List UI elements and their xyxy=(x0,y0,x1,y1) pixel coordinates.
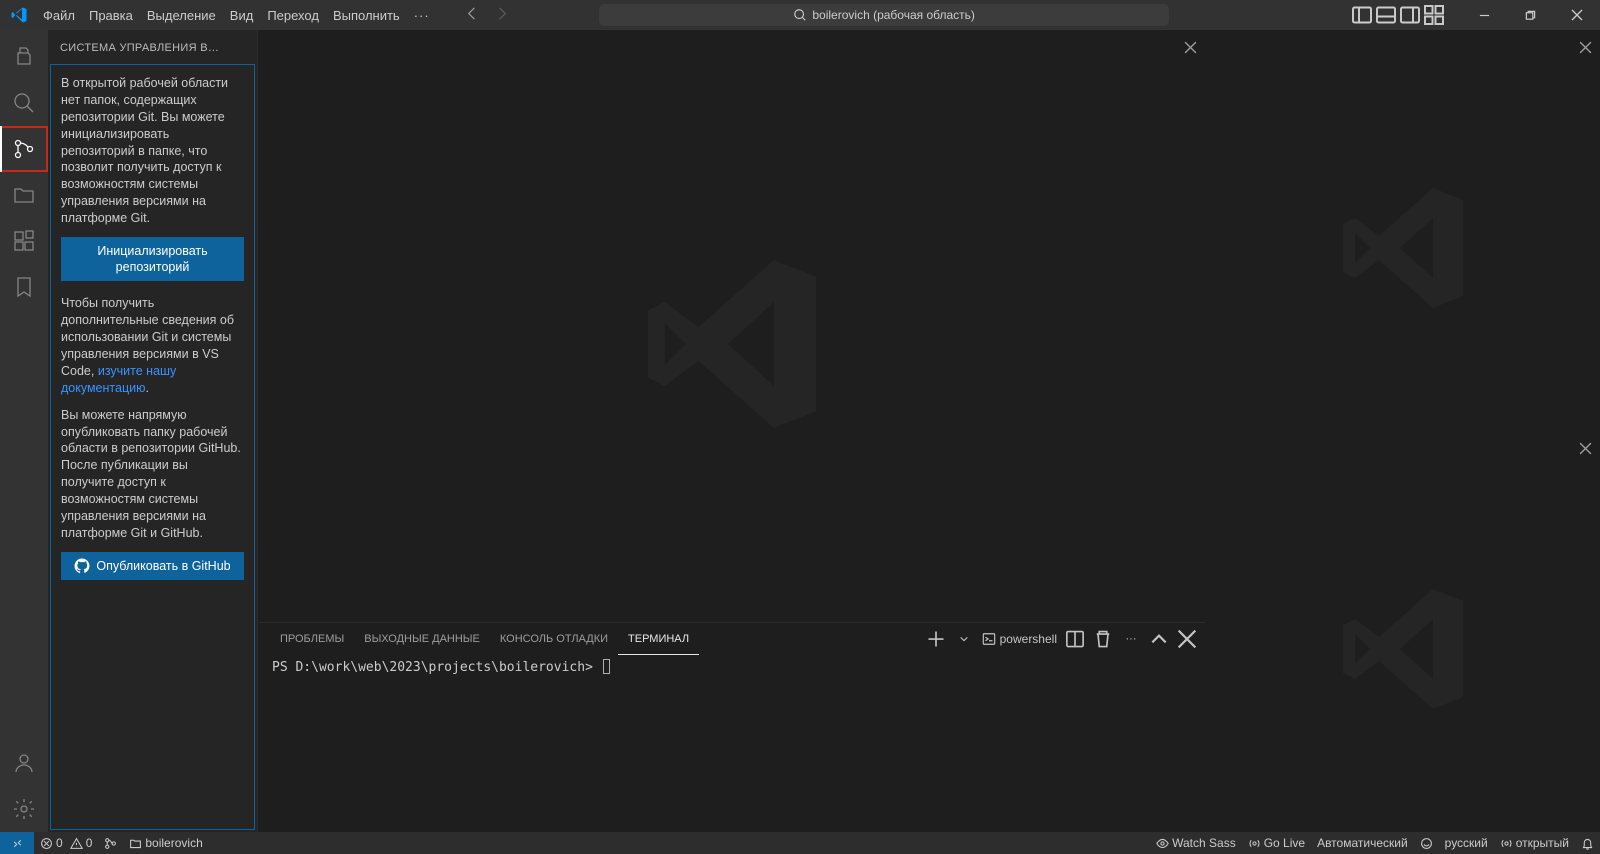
nav-back-icon[interactable] xyxy=(465,6,480,24)
activity-settings[interactable] xyxy=(0,786,48,832)
panel-tab-debug-console[interactable]: КОНСОЛЬ ОТЛАДКИ xyxy=(490,623,618,655)
scm-info-text-1: В открытой рабочей области нет папок, со… xyxy=(61,75,244,227)
panel-more-icon[interactable]: ··· xyxy=(1121,629,1141,649)
window-close[interactable] xyxy=(1554,0,1600,30)
menu-bar: Файл Правка Выделение Вид Переход Выполн… xyxy=(36,4,437,27)
terminal-new-icon[interactable] xyxy=(926,629,946,649)
editor-group-right xyxy=(1205,30,1600,832)
status-language[interactable]: русский xyxy=(1439,836,1494,850)
status-trusted[interactable]: открытый xyxy=(1494,836,1575,850)
layout-panel-icon[interactable] xyxy=(1374,3,1398,27)
source-control-welcome: В открытой рабочей области нет папок, со… xyxy=(50,64,255,830)
menu-go[interactable]: Переход xyxy=(260,4,326,27)
status-feedback-icon[interactable] xyxy=(1414,837,1439,850)
menu-selection[interactable]: Выделение xyxy=(140,4,223,27)
editor-watermark xyxy=(258,65,1205,622)
status-ports[interactable] xyxy=(98,832,123,854)
terminal-kill-icon[interactable] xyxy=(1093,629,1113,649)
terminal-icon xyxy=(982,632,996,646)
nav-forward-icon xyxy=(494,6,509,24)
editor-close-icon-2[interactable] xyxy=(1576,38,1594,56)
menu-overflow[interactable]: ··· xyxy=(407,4,437,27)
scm-info-text-2: Чтобы получить дополнительные сведения о… xyxy=(61,295,244,396)
editor-area: ПРОБЛЕМЫ ВЫХОДНЫЕ ДАННЫЕ КОНСОЛЬ ОТЛАДКИ… xyxy=(258,30,1600,832)
editor-watermark-2 xyxy=(1206,65,1600,430)
status-remote[interactable] xyxy=(0,832,34,854)
layout-sidebar-right-icon[interactable] xyxy=(1398,3,1422,27)
github-icon xyxy=(74,558,90,574)
init-repository-button[interactable]: Инициализировать репозиторий xyxy=(61,237,244,282)
terminal[interactable]: PS D:\work\web\2023\projects\boilerovich… xyxy=(258,655,1205,832)
terminal-prompt: PS D:\work\web\2023\projects\boilerovich… xyxy=(272,660,593,675)
status-bar: 0 0 boilerovich Watch Sass Go Live Автом… xyxy=(0,832,1600,854)
terminal-split-icon[interactable] xyxy=(1065,629,1085,649)
title-bar: Файл Правка Выделение Вид Переход Выполн… xyxy=(0,0,1600,30)
layout-sidebar-left-icon[interactable] xyxy=(1350,3,1374,27)
sidebar: СИСТЕМА УПРАВЛЕНИЯ В… В открытой рабочей… xyxy=(48,30,258,832)
activity-explorer-folder[interactable] xyxy=(0,172,48,218)
status-go-live[interactable]: Go Live xyxy=(1242,836,1311,850)
activity-source-control[interactable] xyxy=(0,126,48,172)
panel-tab-terminal[interactable]: ТЕРМИНАЛ xyxy=(618,623,699,655)
status-watch-sass[interactable]: Watch Sass xyxy=(1150,836,1242,850)
editor-close-icon[interactable] xyxy=(1181,38,1199,56)
activity-explorer[interactable] xyxy=(0,34,48,80)
vscode-logo xyxy=(10,6,28,24)
publish-github-button[interactable]: Опубликовать в GitHub xyxy=(61,552,244,580)
menu-run[interactable]: Выполнить xyxy=(326,4,407,27)
editor-watermark-3 xyxy=(1206,466,1600,832)
bottom-panel: ПРОБЛЕМЫ ВЫХОДНЫЕ ДАННЫЕ КОНСОЛЬ ОТЛАДКИ… xyxy=(258,622,1205,832)
menu-edit[interactable]: Правка xyxy=(82,4,140,27)
status-notifications-icon[interactable] xyxy=(1575,837,1600,850)
activity-search[interactable] xyxy=(0,80,48,126)
status-workspace[interactable]: boilerovich xyxy=(123,832,208,854)
activity-bar xyxy=(0,30,48,832)
panel-tab-output[interactable]: ВЫХОДНЫЕ ДАННЫЕ xyxy=(354,623,490,655)
terminal-shell-label[interactable]: powershell xyxy=(982,632,1057,646)
menu-view[interactable]: Вид xyxy=(223,4,261,27)
window-minimize[interactable] xyxy=(1462,0,1508,30)
status-auto-detect[interactable]: Автоматический xyxy=(1311,836,1414,850)
activity-accounts[interactable] xyxy=(0,740,48,786)
status-problems[interactable]: 0 0 xyxy=(34,832,98,854)
command-center-text: boilerovich (рабочая область) xyxy=(812,8,975,22)
sidebar-title: СИСТЕМА УПРАВЛЕНИЯ В… xyxy=(48,30,257,65)
window-maximize[interactable] xyxy=(1508,0,1554,30)
command-center[interactable]: boilerovich (рабочая область) xyxy=(599,4,1169,26)
panel-maximize-icon[interactable] xyxy=(1149,629,1169,649)
panel-close-icon[interactable] xyxy=(1177,629,1197,649)
layout-customize-icon[interactable] xyxy=(1422,3,1446,27)
activity-extensions[interactable] xyxy=(0,218,48,264)
terminal-cursor xyxy=(603,659,610,674)
activity-bookmarks[interactable] xyxy=(0,264,48,310)
panel-tab-problems[interactable]: ПРОБЛЕМЫ xyxy=(270,623,354,655)
editor-close-icon-3[interactable] xyxy=(1576,439,1594,457)
menu-file[interactable]: Файл xyxy=(36,4,82,27)
scm-info-text-3: Вы можете напрямую опубликовать папку ра… xyxy=(61,407,244,542)
terminal-dropdown-icon[interactable] xyxy=(954,629,974,649)
editor-group-1: ПРОБЛЕМЫ ВЫХОДНЫЕ ДАННЫЕ КОНСОЛЬ ОТЛАДКИ… xyxy=(258,30,1205,832)
